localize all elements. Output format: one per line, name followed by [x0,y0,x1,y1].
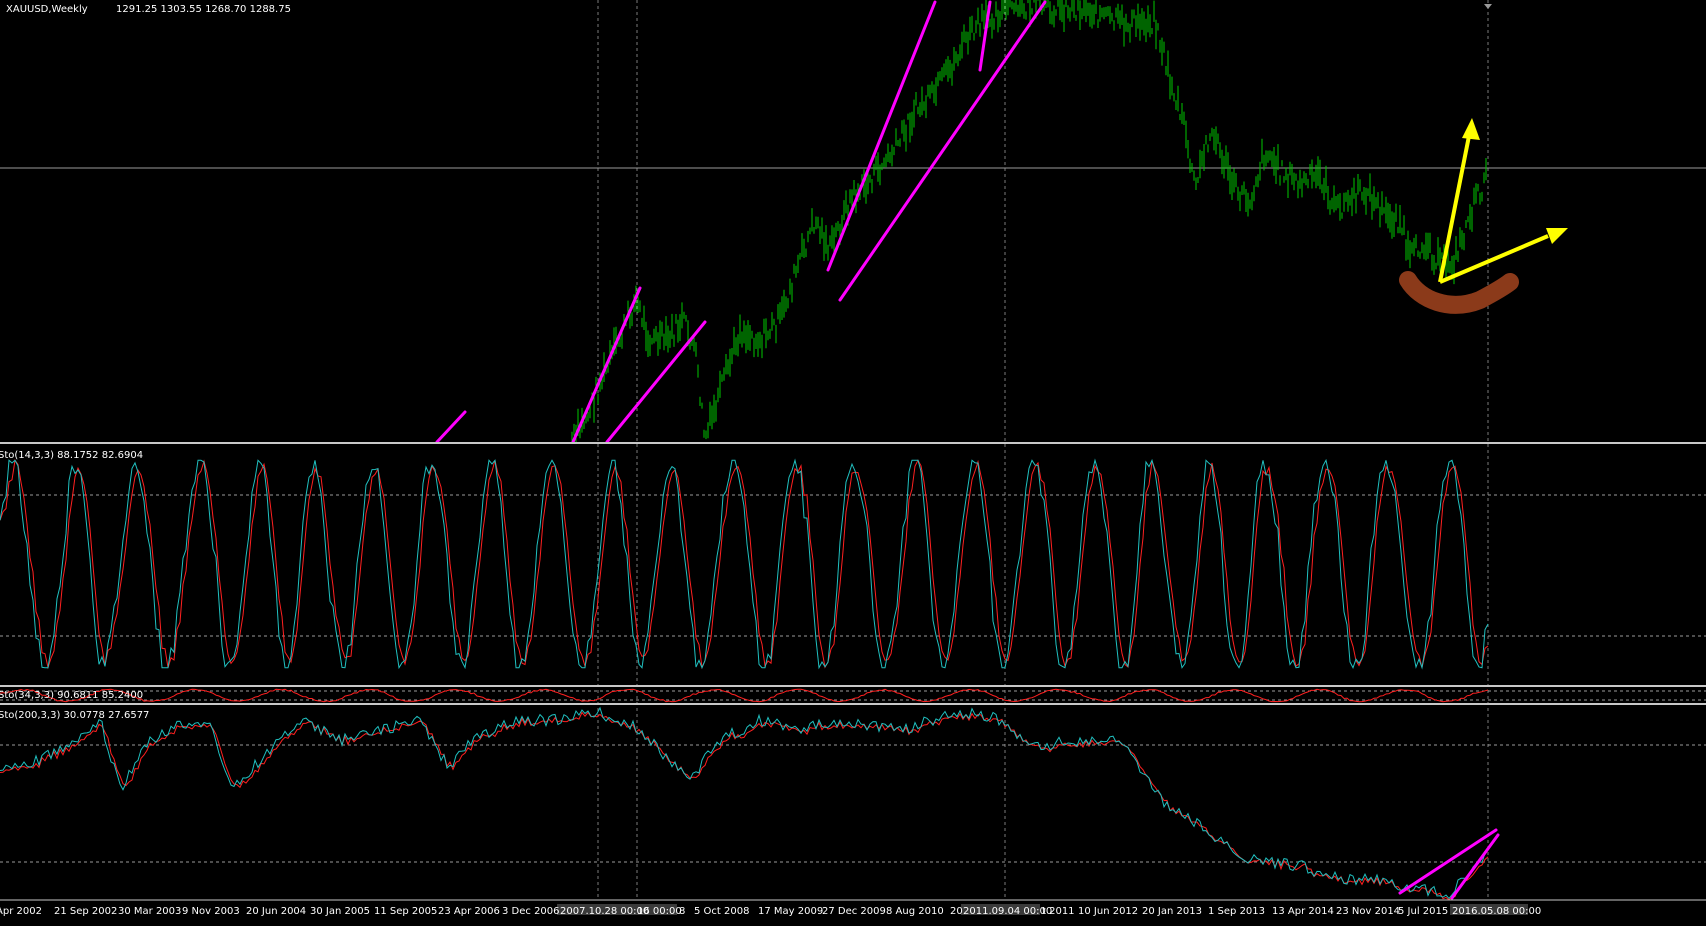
date-label: 23 Apr 2006 [438,906,500,917]
date-label: 30 Jan 2005 [310,906,370,917]
date-label: 16 00:00 [637,906,682,917]
indicator-label: Sto(14,3,3) 88.1752 82.6904 [0,450,143,461]
date-label: 9 Nov 2003 [182,906,240,917]
date-label: 17 May 2009 [758,906,823,917]
indicator-label: Sto(200,3,3) 30.0778 27.6577 [0,710,149,721]
date-label: 5 Jul 2015 [1398,906,1448,917]
date-label: 2007.10.28 00:00 [560,906,649,917]
date-label: 23 Nov 2014 [1336,906,1400,917]
date-label: 2016.05.08 00:00 [1452,906,1541,917]
time-axis: Apr 2002 21 Sep 2002 30 Mar 2003 9 Nov 2… [0,904,1541,917]
symbol-label: XAUUSD,Weekly [6,4,88,15]
date-label: 20 [950,906,963,917]
date-label: Apr 2002 [0,906,42,917]
date-label: 1 Sep 2013 [1208,906,1265,917]
date-label: 20 Jan 2013 [1142,906,1202,917]
trading-chart[interactable]: XAUUSD,Weekly 1291.25 1303.55 1268.70 12… [0,0,1706,926]
date-label: 27 Dec 2009 [822,906,886,917]
date-label: 10 Jun 2012 [1078,906,1138,917]
date-label: 13 Apr 2014 [1272,906,1334,917]
date-label: 2011.09.04 00:00 [963,906,1052,917]
date-label: 8 [679,906,685,917]
date-label: 11 Sep 2005 [374,906,437,917]
date-label: 8 Aug 2010 [886,906,944,917]
date-label: t 2011 [1042,906,1075,917]
date-label: 20 Jun 2004 [246,906,306,917]
date-label: 3 Dec 2006 [502,906,560,917]
chart-background [0,0,1706,926]
date-label: 30 Mar 2003 [118,906,181,917]
indicator-label: Sto(34,3,3) 90.6811 85.2400 [0,690,143,701]
date-label: 5 Oct 2008 [694,906,749,917]
ohlc-label: 1291.25 1303.55 1268.70 1288.75 [116,4,291,15]
date-label: 21 Sep 2002 [54,906,117,917]
